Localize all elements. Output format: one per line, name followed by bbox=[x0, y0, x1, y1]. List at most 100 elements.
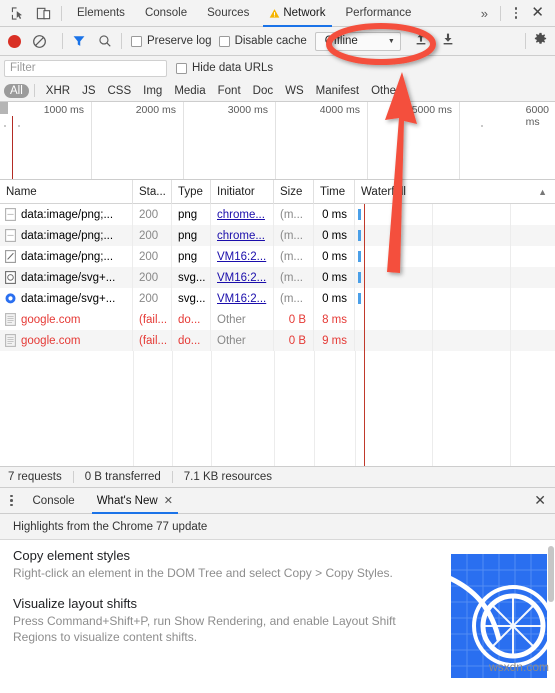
search-icon[interactable] bbox=[98, 34, 112, 48]
table-row[interactable]: data:image/png;... 200 png VM16:2... (m.… bbox=[0, 246, 555, 267]
inspect-element-icon[interactable] bbox=[4, 0, 30, 26]
table-row[interactable]: data:image/svg+... 200 svg... VM16:2... … bbox=[0, 288, 555, 309]
table-row[interactable]: google.com (fail... do... Other 0 B 8 ms bbox=[0, 309, 555, 330]
request-initiator-cell[interactable]: VM16:2... bbox=[211, 288, 274, 309]
table-row[interactable]: data:image/png;... 200 png chrome... (m.… bbox=[0, 225, 555, 246]
disable-cache-checkbox[interactable]: Disable cache bbox=[218, 35, 307, 47]
request-size-cell: (m... bbox=[274, 246, 314, 267]
request-name-cell[interactable]: data:image/png;... bbox=[0, 225, 133, 246]
request-size-cell: (m... bbox=[274, 267, 314, 288]
column-gridline bbox=[133, 351, 134, 466]
request-name-cell[interactable]: google.com bbox=[0, 330, 133, 351]
drawer-menu-icon[interactable] bbox=[6, 494, 22, 507]
drawer-tab-close-icon[interactable]: ✕ bbox=[164, 494, 173, 507]
column-header-status[interactable]: Sta... bbox=[133, 179, 172, 204]
initiator-link[interactable]: chrome... bbox=[217, 209, 265, 221]
gear-icon bbox=[533, 31, 548, 51]
close-drawer-icon[interactable]: ✕ bbox=[534, 492, 555, 509]
drawer-tab-whats-new-label: What's New bbox=[96, 494, 158, 507]
column-header-initiator[interactable]: Initiator bbox=[211, 179, 274, 204]
more-tabs-icon[interactable]: » bbox=[473, 6, 495, 21]
preserve-log-box-icon bbox=[131, 35, 142, 47]
tab-console[interactable]: Console bbox=[135, 0, 197, 27]
request-time-cell: 0 ms bbox=[314, 246, 355, 267]
request-size-cell: (m... bbox=[274, 288, 314, 309]
request-name-cell[interactable]: data:image/png;... bbox=[0, 204, 133, 225]
type-filter-doc[interactable]: Doc bbox=[247, 84, 279, 98]
settings-button[interactable] bbox=[518, 31, 555, 51]
column-header-waterfall[interactable]: Waterfall bbox=[355, 180, 555, 204]
request-name-cell[interactable]: google.com bbox=[0, 309, 133, 330]
waterfall-bar bbox=[358, 251, 361, 262]
tab-network[interactable]: Network bbox=[259, 0, 335, 27]
hide-data-urls-checkbox[interactable]: Hide data URLs bbox=[176, 62, 273, 74]
type-filter-img[interactable]: Img bbox=[137, 84, 168, 98]
main-menu-icon[interactable] bbox=[506, 7, 527, 19]
request-initiator-cell[interactable]: chrome... bbox=[211, 204, 274, 225]
requests-table: Name Sta... Type Initiator Size Time Wat… bbox=[0, 179, 555, 466]
type-filter-all[interactable]: All bbox=[4, 83, 29, 98]
tab-network-label: Network bbox=[283, 7, 326, 19]
image-file-icon bbox=[5, 229, 16, 242]
initiator-link[interactable]: VM16:2... bbox=[217, 251, 266, 263]
request-name-cell[interactable]: data:image/svg+... bbox=[0, 267, 133, 288]
request-status-cell: 200 bbox=[133, 288, 172, 309]
type-filter-manifest[interactable]: Manifest bbox=[310, 84, 365, 98]
tab-performance[interactable]: Performance bbox=[336, 0, 422, 27]
type-filter-js[interactable]: JS bbox=[76, 84, 101, 98]
har-buttons bbox=[414, 32, 455, 51]
drawer-tab-console[interactable]: Console bbox=[22, 488, 86, 514]
request-size-cell: (m... bbox=[274, 204, 314, 225]
close-devtools-icon[interactable]: ✕ bbox=[526, 5, 551, 22]
throttling-value: Offline bbox=[324, 35, 358, 47]
column-header-size[interactable]: Size bbox=[274, 179, 314, 204]
request-status-cell: 200 bbox=[133, 246, 172, 267]
initiator-link[interactable]: VM16:2... bbox=[217, 272, 266, 284]
type-filter-xhr[interactable]: XHR bbox=[40, 84, 76, 98]
table-row[interactable]: google.com (fail... do... Other 0 B 9 ms bbox=[0, 330, 555, 351]
overview-tick-4000: 4000 ms bbox=[319, 104, 360, 116]
column-header-name[interactable]: Name bbox=[0, 179, 133, 204]
initiator-link[interactable]: VM16:2... bbox=[217, 293, 266, 305]
request-initiator-cell[interactable]: VM16:2... bbox=[211, 267, 274, 288]
device-toolbar-icon[interactable] bbox=[30, 0, 56, 26]
whats-new-body[interactable]: Copy element styles Right-click an eleme… bbox=[0, 540, 555, 678]
tab-console-label: Console bbox=[144, 7, 188, 19]
column-header-time[interactable]: Time bbox=[314, 179, 355, 204]
initiator-link[interactable]: chrome... bbox=[217, 230, 265, 242]
request-initiator-cell[interactable]: VM16:2... bbox=[211, 246, 274, 267]
type-filter-media[interactable]: Media bbox=[168, 84, 211, 98]
type-filter-ws[interactable]: WS bbox=[279, 84, 310, 98]
request-name-cell[interactable]: data:image/svg+... bbox=[0, 288, 133, 309]
column-gridline bbox=[211, 351, 212, 466]
request-status-cell: 200 bbox=[133, 267, 172, 288]
network-overview-timeline[interactable]: 1000 ms 2000 ms 3000 ms 4000 ms 5000 ms … bbox=[0, 102, 555, 180]
type-filter-css[interactable]: CSS bbox=[101, 84, 137, 98]
table-row[interactable]: data:image/png;... 200 png chrome... (m.… bbox=[0, 204, 555, 225]
requests-table-body[interactable]: data:image/png;... 200 png chrome... (m.… bbox=[0, 204, 555, 466]
waterfall-bar bbox=[358, 230, 361, 241]
hide-data-urls-label: Hide data URLs bbox=[192, 62, 274, 74]
type-filter-other[interactable]: Other bbox=[365, 84, 406, 98]
tab-elements[interactable]: Elements bbox=[67, 0, 135, 27]
filter-input[interactable]: Filter bbox=[4, 59, 167, 77]
request-initiator-cell[interactable]: chrome... bbox=[211, 225, 274, 246]
filter-funnel-icon[interactable] bbox=[72, 34, 86, 48]
request-type-cell: png bbox=[172, 204, 211, 225]
request-name-cell[interactable]: data:image/png;... bbox=[0, 246, 133, 267]
dom-content-loaded-line bbox=[364, 204, 366, 466]
import-har-icon[interactable] bbox=[414, 32, 428, 51]
throttling-dropdown[interactable]: Offline ▼ bbox=[314, 31, 401, 51]
whats-new-scrollbar[interactable] bbox=[548, 546, 554, 602]
type-filter-font[interactable]: Font bbox=[212, 84, 247, 98]
panel-tabs: Elements Console Sources Network Perform… bbox=[67, 0, 421, 27]
column-header-type[interactable]: Type bbox=[172, 179, 211, 204]
export-har-icon[interactable] bbox=[441, 32, 455, 51]
preserve-log-checkbox[interactable]: Preserve log bbox=[131, 35, 212, 47]
table-row[interactable]: data:image/svg+... 200 svg... VM16:2... … bbox=[0, 267, 555, 288]
record-button-icon[interactable] bbox=[8, 34, 21, 48]
tab-sources[interactable]: Sources bbox=[197, 0, 259, 27]
request-waterfall-cell bbox=[355, 330, 555, 351]
drawer-tab-whats-new[interactable]: What's New ✕ bbox=[86, 488, 184, 514]
clear-requests-icon[interactable] bbox=[32, 34, 47, 49]
